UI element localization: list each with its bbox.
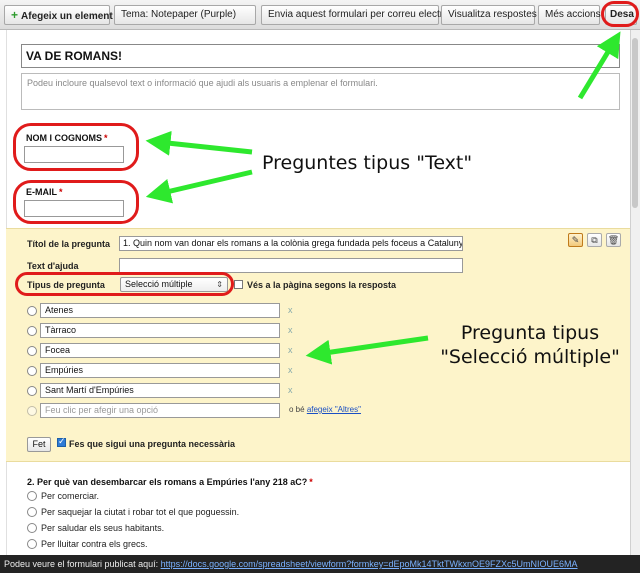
question-title-input[interactable]: 1. Quin nom van donar els romans a la co… xyxy=(119,236,463,251)
name-highlight-ellipse xyxy=(13,123,139,171)
option-radio xyxy=(27,306,37,316)
edit-pencil-icon[interactable]: ✎ xyxy=(568,233,583,247)
question2-title: 2. Per què van desembarcar els romans a … xyxy=(27,477,313,487)
add-item-label: Afegeix un element xyxy=(21,11,113,22)
email-form-button[interactable]: Envia aquest formulari per correu electr… xyxy=(261,5,461,25)
view-responses-button[interactable]: Visualitza respostes▼ xyxy=(441,5,547,25)
email-highlight-ellipse xyxy=(13,180,139,224)
form-description-field[interactable]: Podeu incloure qualsevol text o informac… xyxy=(21,73,620,110)
option-radio xyxy=(27,366,37,376)
remove-option-icon[interactable]: x xyxy=(288,305,293,315)
save-highlight-ellipse xyxy=(601,1,639,27)
add-other-link[interactable]: afegeix "Altres" xyxy=(307,405,361,414)
plus-icon: + xyxy=(11,8,19,22)
question-title-label: Títol de la pregunta xyxy=(27,239,111,249)
text-questions-annotation: Preguntes tipus "Text" xyxy=(262,152,473,174)
help-text-label: Text d'ajuda xyxy=(27,261,79,271)
option-radio xyxy=(27,326,37,336)
editor-toolbar: +Afegeix un element▼ Tema: Notepaper (Pu… xyxy=(0,0,640,30)
help-text-input[interactable] xyxy=(119,258,463,273)
option-input[interactable]: Tàrraco xyxy=(40,323,280,338)
answer-option-label: Per saludar els seus habitants. xyxy=(41,523,165,533)
published-form-link[interactable]: https://docs.google.com/spreadsheet/view… xyxy=(161,559,578,569)
goto-page-checkbox[interactable] xyxy=(234,280,243,289)
view-responses-label: Visualitza respostes xyxy=(448,9,537,20)
more-actions-label: Més accions xyxy=(545,9,601,20)
remove-option-icon[interactable]: x xyxy=(288,385,293,395)
answer-option-label: Per lluitar contra els grecs. xyxy=(41,539,148,549)
option-input[interactable]: Focea xyxy=(40,343,280,358)
option-input[interactable]: Atenes xyxy=(40,303,280,318)
theme-button[interactable]: Tema: Notepaper (Purple) xyxy=(114,5,256,25)
type-highlight-ellipse xyxy=(15,272,234,296)
answer-radio[interactable] xyxy=(27,523,37,533)
question2-title-text: 2. Per què van desembarcar els romans a … xyxy=(27,477,308,487)
add-item-button[interactable]: +Afegeix un element▼ xyxy=(4,5,123,25)
done-button[interactable]: Fet xyxy=(27,437,51,452)
answer-option-label: Per saquejar la ciutat i robar tot el qu… xyxy=(41,507,240,517)
option-radio xyxy=(27,406,37,416)
goto-page-label: Vés a la pàgina segons la resposta xyxy=(247,280,397,290)
option-input[interactable]: Empúries xyxy=(40,363,280,378)
delete-trash-icon[interactable]: 🗑 xyxy=(606,233,621,247)
mc-annotation-line1: Pregunta tipus xyxy=(460,322,600,344)
answer-radio[interactable] xyxy=(27,491,37,501)
required-asterisk: * xyxy=(309,477,313,487)
published-form-label: Podeu veure el formulari publicat aquí: xyxy=(4,559,159,569)
published-form-bar: Podeu veure el formulari publicat aquí: … xyxy=(0,555,640,573)
mc-annotation-line2: "Selecció múltiple" xyxy=(440,346,620,368)
option-radio xyxy=(27,346,37,356)
answer-option-label: Per comerciar. xyxy=(41,491,100,501)
remove-option-icon[interactable]: x xyxy=(288,325,293,335)
add-other-row: o bé afegeix "Altres" xyxy=(289,405,361,414)
theme-label: Tema: Notepaper (Purple) xyxy=(121,9,237,20)
remove-option-icon[interactable]: x xyxy=(288,365,293,375)
form-title-field[interactable]: VA DE ROMANS! xyxy=(21,44,620,68)
answer-radio[interactable] xyxy=(27,507,37,517)
email-form-label: Envia aquest formulari per correu electr… xyxy=(268,9,462,20)
option-radio xyxy=(27,386,37,396)
or-text: o bé xyxy=(289,405,305,414)
remove-option-icon[interactable]: x xyxy=(288,345,293,355)
required-question-checkbox[interactable] xyxy=(57,436,66,447)
add-option-input[interactable]: Feu clic per afegir una opció xyxy=(40,403,280,418)
more-actions-button[interactable]: Més accions▼ xyxy=(538,5,611,25)
answer-radio[interactable] xyxy=(27,539,37,549)
option-input[interactable]: Sant Martí d'Empúries xyxy=(40,383,280,398)
scrollbar-thumb[interactable] xyxy=(632,38,638,208)
required-question-label: Fes que sigui una pregunta necessària xyxy=(69,439,236,449)
duplicate-icon[interactable]: ⧉ xyxy=(587,233,602,247)
